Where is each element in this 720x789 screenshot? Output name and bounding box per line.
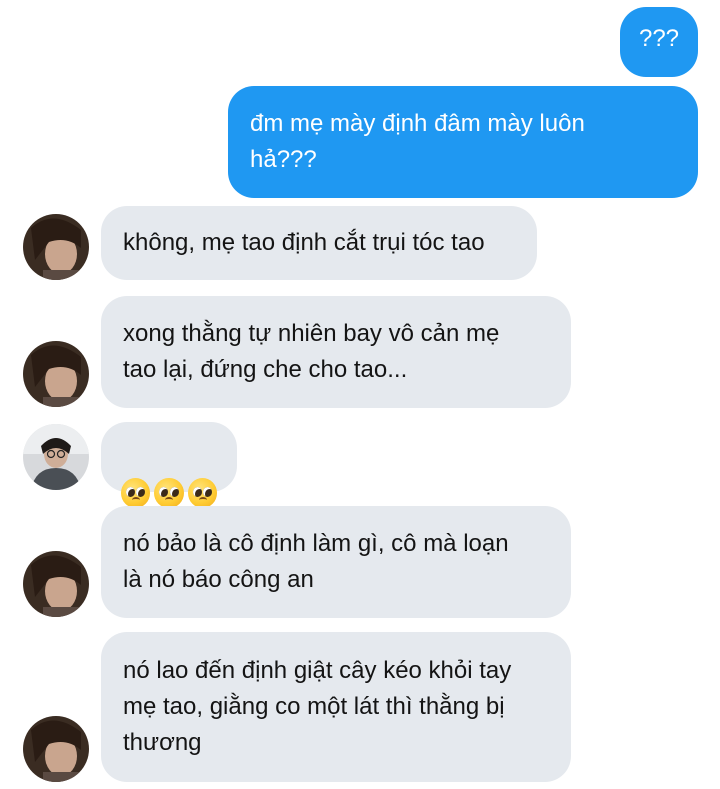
contact-avatar[interactable] <box>23 424 89 490</box>
pleading-face-emoji <box>121 478 151 508</box>
incoming-message[interactable]: nó bảo là cô định làm gì, cô mà loạn là … <box>101 506 571 618</box>
outgoing-message[interactable]: đm mẹ mày định đâm mày luôn hả??? <box>228 86 698 198</box>
contact-avatar[interactable] <box>23 341 89 407</box>
chat-thread: ??? đm mẹ mày định đâm mày luôn hả??? kh… <box>0 0 720 789</box>
incoming-message[interactable] <box>101 422 237 508</box>
outgoing-message[interactable]: ??? <box>620 7 698 77</box>
incoming-message[interactable]: xong thằng tự nhiên bay vô cản mẹ tao lạ… <box>101 296 571 408</box>
contact-avatar[interactable] <box>23 551 89 617</box>
incoming-message[interactable]: nó lao đến định giật cây kéo khỏi tay mẹ… <box>101 632 571 782</box>
pleading-face-emoji <box>187 478 217 508</box>
contact-avatar[interactable] <box>23 214 89 280</box>
incoming-message[interactable]: không, mẹ tao định cắt trụi tóc tao <box>101 206 537 280</box>
pleading-face-emoji <box>154 478 184 508</box>
contact-avatar[interactable] <box>23 716 89 782</box>
